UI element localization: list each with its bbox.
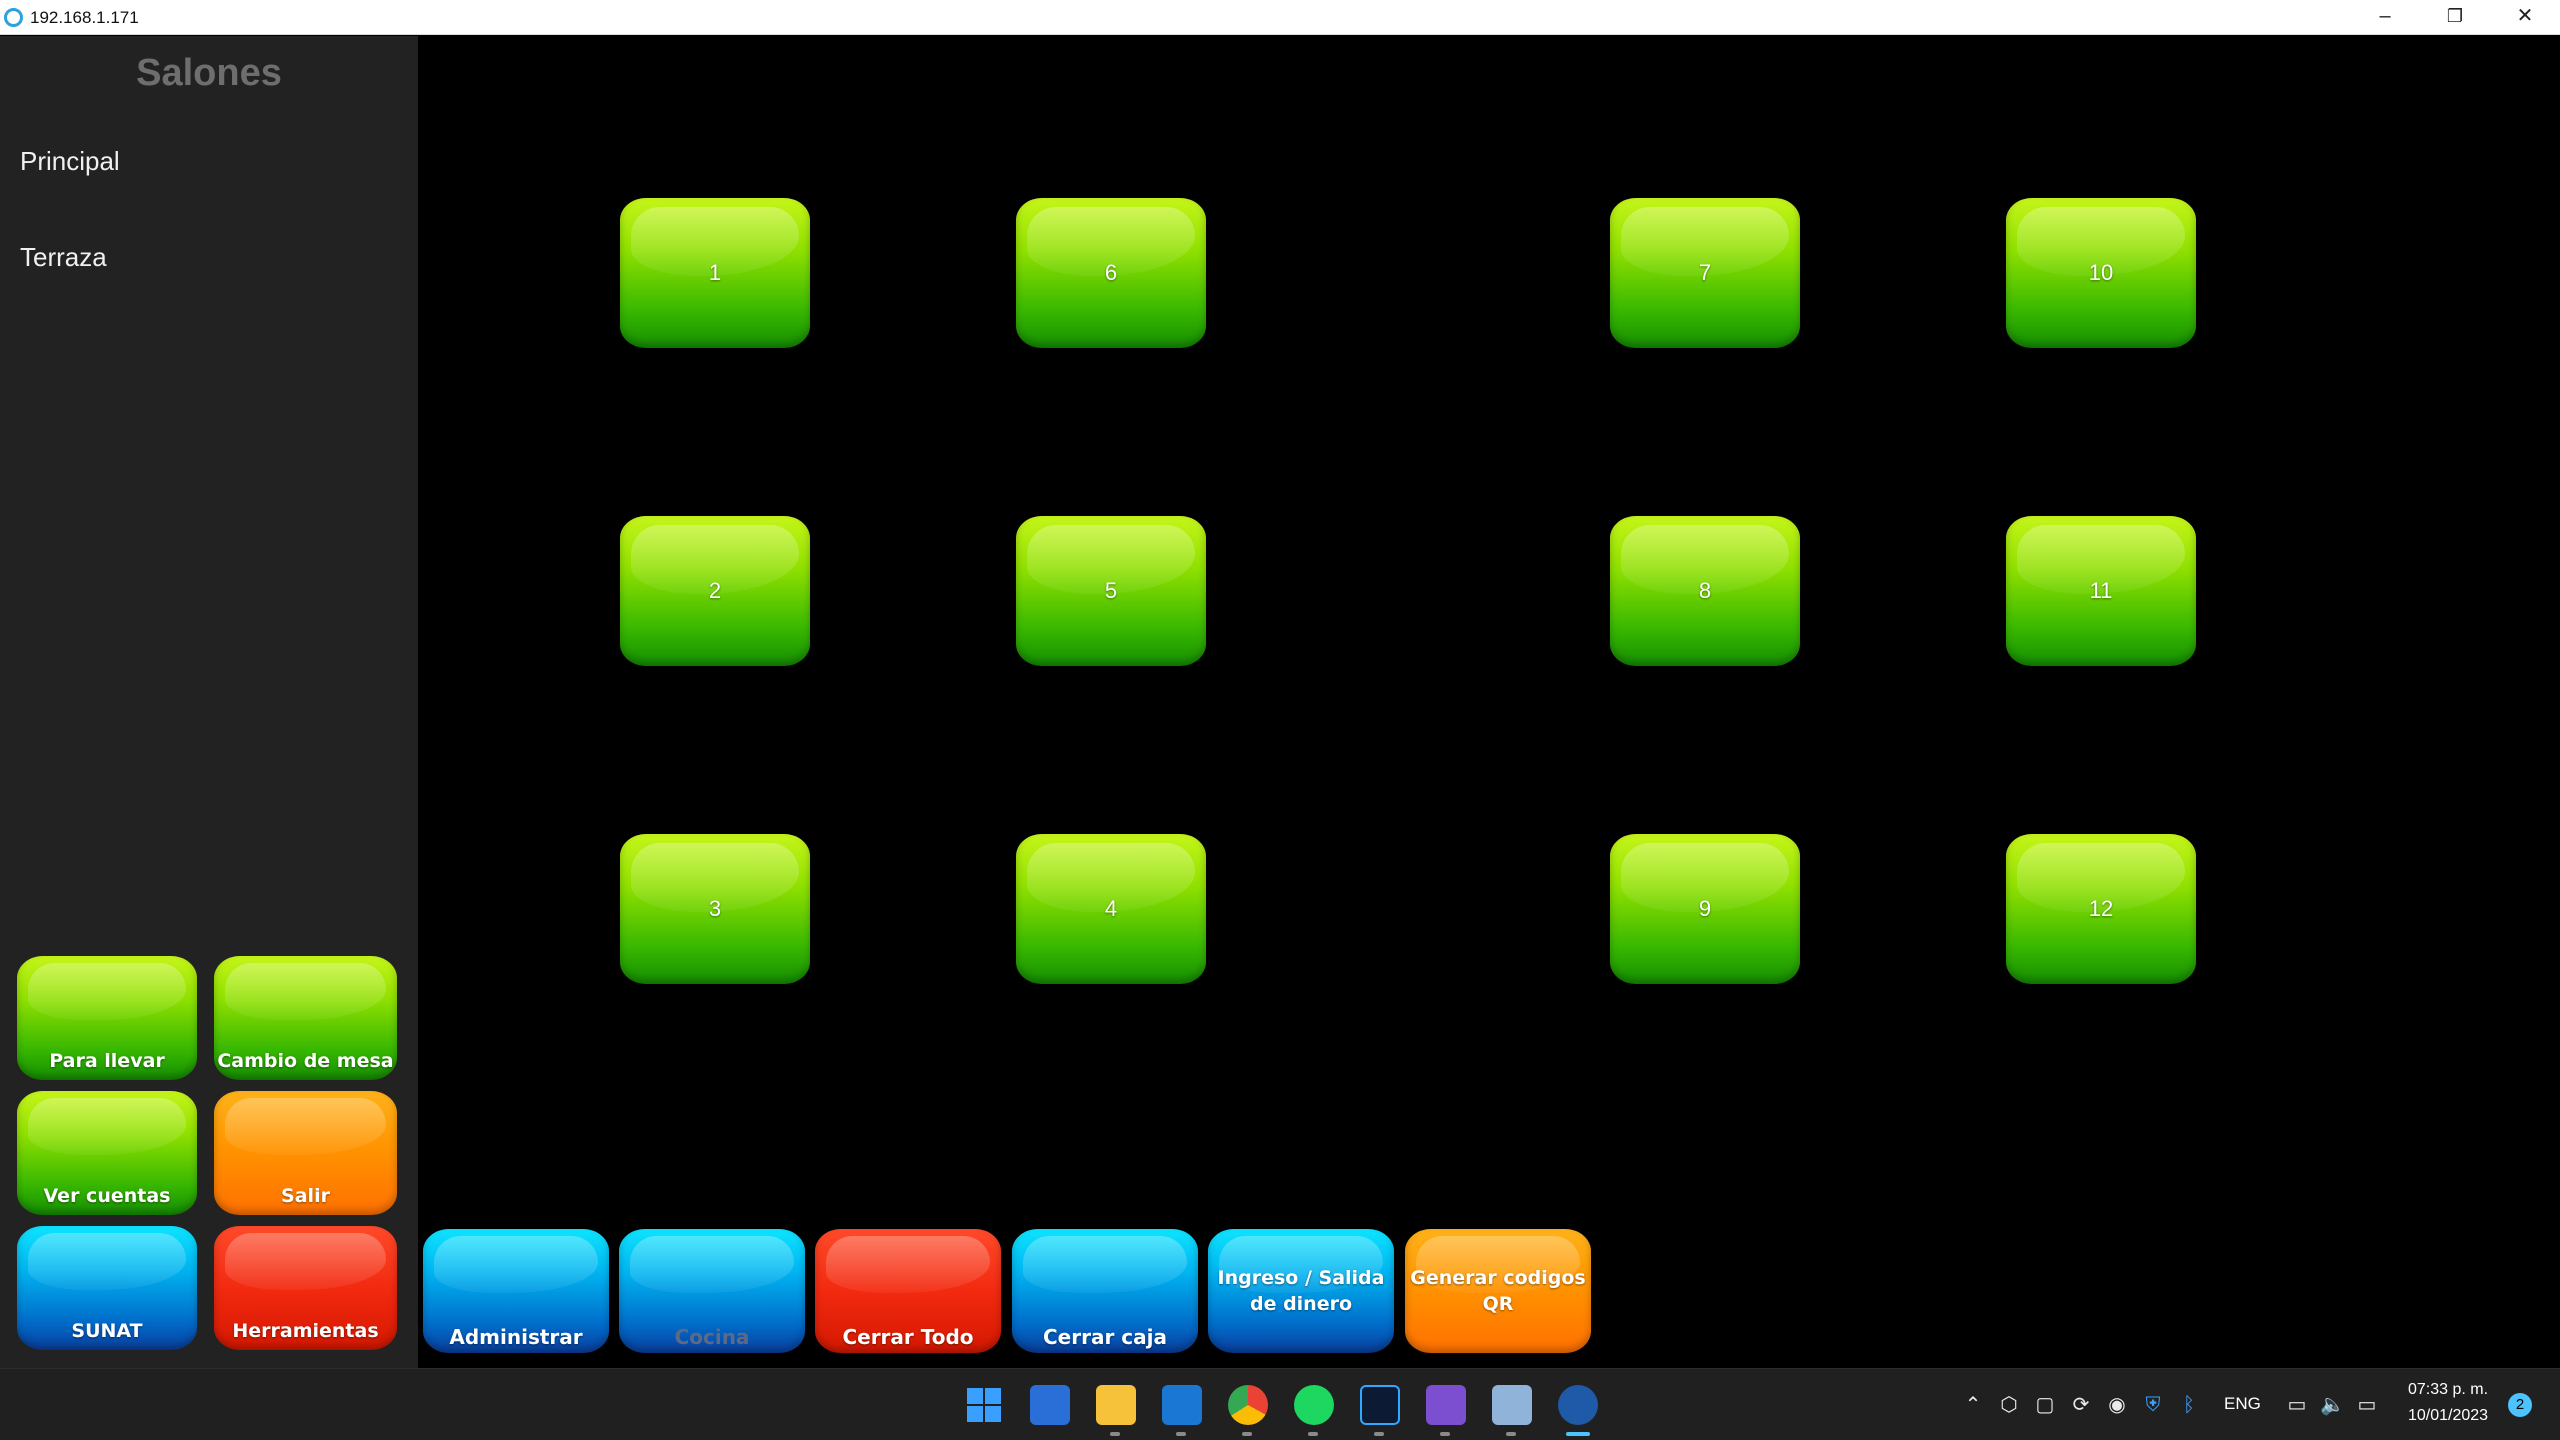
sunat-label: SUNAT — [71, 1320, 143, 1342]
sync-icon[interactable]: ⟳ — [2070, 1394, 2092, 1416]
generar-codigos-qr-button[interactable]: Generar codigos QR — [1405, 1229, 1591, 1353]
table-number: 5 — [1104, 578, 1118, 603]
para-llevar-button[interactable]: Para llevar — [17, 956, 197, 1080]
table-1[interactable]: 1 — [620, 198, 810, 348]
table-3[interactable]: 3 — [620, 834, 810, 984]
herramientas-button[interactable]: Herramientas — [214, 1226, 397, 1350]
visual-studio-icon[interactable] — [1426, 1385, 1466, 1425]
table-number: 10 — [2088, 260, 2114, 285]
table-6[interactable]: 6 — [1016, 198, 1206, 348]
administrar-label: Administrar — [449, 1325, 583, 1349]
table-number: 6 — [1104, 260, 1118, 285]
mail-icon[interactable] — [1162, 1385, 1202, 1425]
steam-icon[interactable]: ◉ — [2106, 1394, 2128, 1416]
table-number: 12 — [2088, 896, 2114, 921]
notification-badge[interactable]: 2 — [2508, 1393, 2532, 1417]
windows-taskbar: ⌃ ⬡ ▢ ⟳ ◉ ⛨ ᛒ ENG ▭ 🔈 ▭ 07:33 p. m. 10/0… — [0, 1368, 2560, 1440]
table-number: 8 — [1698, 578, 1712, 603]
running-indicator — [1374, 1432, 1384, 1436]
running-indicator — [1440, 1432, 1450, 1436]
chevron-up-icon[interactable]: ⌃ — [1962, 1394, 1984, 1416]
table-5[interactable]: 5 — [1016, 516, 1206, 666]
cerrar-caja-label: Cerrar caja — [1043, 1325, 1167, 1349]
ver-cuentas-button[interactable]: Ver cuentas — [17, 1091, 197, 1215]
clock-time[interactable]: 07:33 p. m. — [2408, 1381, 2488, 1399]
tray-app-icon[interactable]: ▢ — [2034, 1394, 2056, 1416]
herramientas-label: Herramientas — [232, 1320, 379, 1342]
salir-button[interactable]: Salir — [214, 1091, 397, 1215]
tray-app-icon[interactable]: ⬡ — [1998, 1394, 2020, 1416]
window-title: 192.168.1.171 — [30, 8, 139, 27]
running-indicator — [1110, 1432, 1120, 1436]
running-indicator — [1242, 1432, 1252, 1436]
table-number: 7 — [1698, 260, 1712, 285]
chrome-icon[interactable] — [1228, 1385, 1268, 1425]
salon-principal[interactable]: Principal — [20, 146, 120, 177]
administrar-button[interactable]: Administrar — [423, 1229, 609, 1353]
salir-label: Salir — [281, 1185, 330, 1207]
spotify-icon[interactable] — [1294, 1385, 1334, 1425]
file-explorer-icon[interactable] — [1096, 1385, 1136, 1425]
table-10[interactable]: 10 — [2006, 198, 2196, 348]
active-indicator — [1566, 1432, 1590, 1436]
table-number: 1 — [708, 260, 722, 285]
cambio-de-mesa-button[interactable]: Cambio de mesa — [214, 956, 397, 1080]
running-indicator — [1308, 1432, 1318, 1436]
volume-icon[interactable]: 🔈 — [2320, 1394, 2345, 1416]
resource-monitor-icon[interactable] — [1492, 1385, 1532, 1425]
qr-label-line1: Generar codigos — [1410, 1267, 1586, 1289]
running-indicator — [1506, 1432, 1516, 1436]
cerrar-todo-label: Cerrar Todo — [842, 1325, 974, 1349]
salon-terraza[interactable]: Terraza — [20, 242, 107, 273]
ingreso-salida-dinero-label: Ingreso / Salida de dinero — [1208, 1265, 1394, 1317]
salons-heading: Salones — [136, 52, 282, 94]
cerrar-todo-button[interactable]: Cerrar Todo — [815, 1229, 1001, 1353]
table-12[interactable]: 12 — [2006, 834, 2196, 984]
remote-app-icon[interactable] — [1558, 1385, 1598, 1425]
security-shield-icon[interactable]: ⛨ — [2142, 1394, 2164, 1416]
app-icon — [4, 8, 23, 27]
table-number: 2 — [708, 578, 722, 603]
table-7[interactable]: 7 — [1610, 198, 1800, 348]
table-number: 3 — [708, 896, 722, 921]
ver-cuentas-label: Ver cuentas — [43, 1185, 171, 1207]
network-icon[interactable]: ▭ — [2286, 1394, 2308, 1416]
clock-date[interactable]: 10/01/2023 — [2408, 1407, 2488, 1425]
ingreso-label-line1: Ingreso / Salida — [1217, 1267, 1385, 1289]
cambio-de-mesa-label: Cambio de mesa — [217, 1050, 394, 1072]
cerrar-caja-button[interactable]: Cerrar caja — [1012, 1229, 1198, 1353]
restore-button[interactable]: ❐ — [2420, 0, 2490, 35]
widgets-icon[interactable] — [1030, 1385, 1070, 1425]
table-8[interactable]: 8 — [1610, 516, 1800, 666]
battery-icon[interactable]: ▭ — [2356, 1394, 2378, 1416]
bluetooth-icon[interactable]: ᛒ — [2178, 1394, 2200, 1416]
generar-codigos-qr-label: Generar codigos QR — [1405, 1265, 1591, 1317]
running-indicator — [1176, 1432, 1186, 1436]
window-title-bar: 192.168.1.171 – ❐ ✕ — [0, 0, 2560, 35]
para-llevar-label: Para llevar — [49, 1050, 165, 1072]
table-number: 4 — [1104, 896, 1118, 921]
minimize-button[interactable]: – — [2350, 0, 2420, 35]
salons-sidebar: Salones Principal Terraza Para llevar Ca… — [0, 36, 418, 1368]
table-9[interactable]: 9 — [1610, 834, 1800, 984]
ingreso-label-line2: de dinero — [1249, 1293, 1353, 1315]
photoshop-icon[interactable] — [1360, 1385, 1400, 1425]
sunat-button[interactable]: SUNAT — [17, 1226, 197, 1350]
ingreso-salida-dinero-button[interactable]: Ingreso / Salida de dinero — [1208, 1229, 1394, 1353]
table-number: 11 — [2089, 578, 2113, 603]
table-number: 9 — [1698, 896, 1712, 921]
cocina-label: Cocina — [674, 1325, 750, 1349]
qr-label-line2: QR — [1482, 1293, 1514, 1315]
language-indicator[interactable]: ENG — [2224, 1394, 2261, 1414]
start-windows-icon[interactable] — [964, 1385, 1004, 1425]
table-4[interactable]: 4 — [1016, 834, 1206, 984]
close-button[interactable]: ✕ — [2490, 0, 2560, 35]
table-2[interactable]: 2 — [620, 516, 810, 666]
table-11[interactable]: 11 — [2006, 516, 2196, 666]
cocina-button[interactable]: Cocina — [619, 1229, 805, 1353]
